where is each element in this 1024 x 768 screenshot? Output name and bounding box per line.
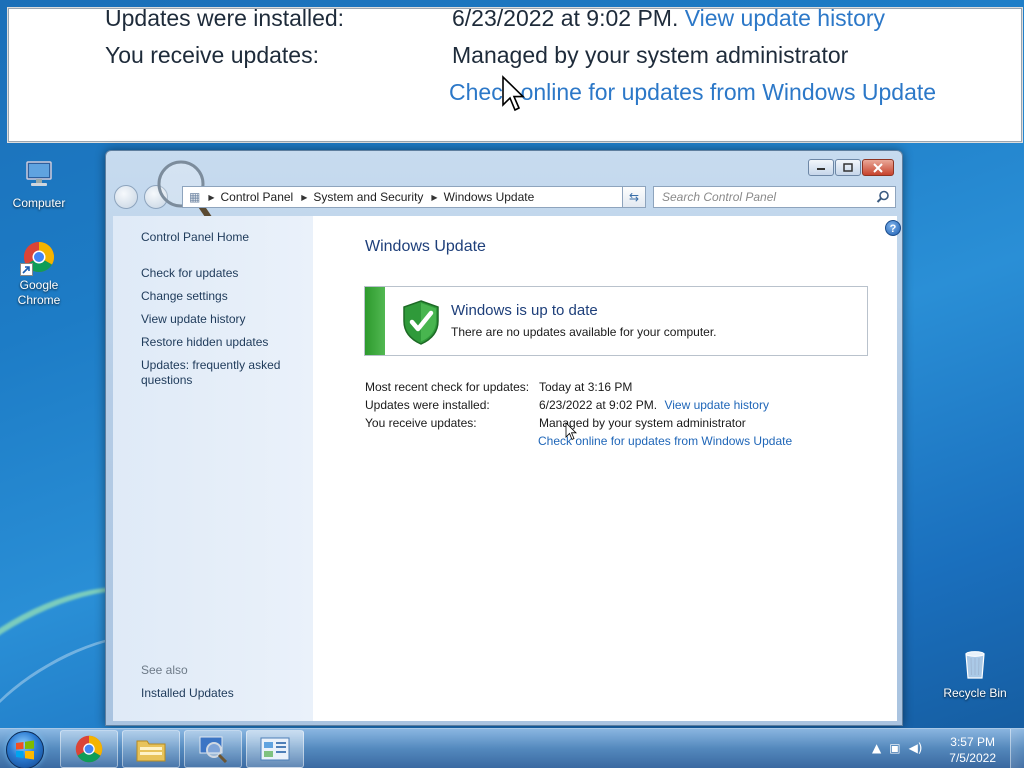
maximize-icon — [843, 163, 853, 172]
breadcrumb-control-panel[interactable]: Control Panel — [221, 190, 294, 204]
zoom-view-history-link[interactable]: View update history — [685, 9, 885, 31]
check-for-updates-link[interactable]: Check for updates — [141, 266, 238, 280]
refresh-button[interactable]: ⇆ — [622, 186, 646, 208]
start-button[interactable] — [6, 731, 44, 768]
desktop-icon-label: Recycle Bin — [943, 686, 1007, 700]
change-settings-link[interactable]: Change settings — [141, 289, 228, 303]
address-bar[interactable]: ▦ ▶ Control Panel ▶ System and Security … — [182, 186, 646, 208]
updates-faq-link[interactable]: Updates: frequently asked questions — [141, 358, 291, 388]
clock[interactable]: 3:57 PM 7/5/2022 — [949, 734, 996, 766]
search-input[interactable]: Search Control Panel — [653, 186, 896, 208]
minimize-icon — [817, 167, 825, 170]
status-subtitle: There are no updates available for your … — [451, 325, 717, 339]
clock-time: 3:57 PM — [950, 735, 995, 749]
windows-logo-icon — [16, 740, 34, 760]
refresh-icon: ⇆ — [628, 190, 640, 204]
control-panel-icon — [260, 737, 290, 761]
desktop-icon-computer[interactable]: Computer — [2, 158, 76, 211]
status-panel: Windows is up to date There are no updat… — [364, 286, 868, 356]
installed-label: Updates were installed: — [365, 398, 490, 412]
magnifier-icon — [199, 736, 228, 764]
chevron-right-icon: ▶ — [431, 192, 438, 202]
volume-icon[interactable]: ◀) — [909, 741, 923, 755]
chevron-right-icon: ▶ — [208, 192, 215, 202]
chevron-right-icon: ▶ — [301, 192, 308, 202]
clock-date: 7/5/2022 — [949, 751, 996, 765]
installed-value: 6/23/2022 at 9:02 PM. View update histor… — [539, 398, 769, 412]
close-icon — [873, 162, 883, 173]
network-icon[interactable]: ▣ — [889, 741, 900, 755]
close-button[interactable] — [862, 159, 894, 176]
maximize-button[interactable] — [835, 159, 861, 176]
zoom-receive-label: You receive updates: — [105, 42, 319, 68]
window-controls — [808, 159, 894, 176]
chrome-icon — [20, 240, 56, 276]
page-title: Windows Update — [365, 238, 486, 255]
desktop-icon-label: Google Chrome — [17, 278, 61, 307]
control-panel-home-link[interactable]: Control Panel Home — [141, 230, 249, 244]
view-update-history-link[interactable]: View update history — [141, 312, 246, 326]
zoom-installed-value: 6/23/2022 at 9:02 PM. View update histor… — [452, 9, 885, 32]
folder-icon — [136, 740, 166, 762]
help-icon[interactable]: ? — [885, 220, 901, 236]
zoom-callout: Updates were installed: 6/23/2022 at 9:0… — [8, 8, 1022, 142]
status-color-bar — [365, 287, 385, 355]
breadcrumb: ▶ Control Panel — [208, 190, 293, 204]
breadcrumb-system-security[interactable]: System and Security — [313, 190, 423, 204]
computer-icon — [22, 158, 56, 192]
back-button[interactable] — [114, 185, 138, 209]
shortcut-arrow-icon — [20, 263, 33, 276]
show-desktop-button[interactable] — [1010, 729, 1024, 768]
minimize-button[interactable] — [808, 159, 834, 176]
status-title: Windows is up to date — [451, 302, 598, 319]
installed-updates-link[interactable]: Installed Updates — [141, 686, 234, 700]
left-task-pane: Control Panel Home Check for updates Cha… — [113, 216, 313, 721]
taskbar-chrome-button[interactable] — [60, 730, 118, 768]
control-panel-icon: ▦ — [189, 190, 201, 204]
zoom-receive-value: Managed by your system administrator — [452, 42, 849, 68]
breadcrumb: ▶ Windows Update — [431, 190, 534, 204]
recycle-bin-icon — [958, 648, 992, 682]
receive-label: You receive updates: — [365, 416, 477, 430]
windows-update-window: ▦ ▶ Control Panel ▶ System and Security … — [105, 150, 903, 726]
taskbar: ▲ ▣ ◀) 3:57 PM 7/5/2022 — [0, 728, 1024, 768]
last-check-label: Most recent check for updates: — [365, 380, 530, 394]
shield-check-icon — [403, 300, 439, 345]
desktop-icon-label: Computer — [12, 196, 66, 210]
taskbar-explorer-button[interactable] — [122, 730, 180, 768]
desktop-icon-recycle-bin[interactable]: Recycle Bin — [938, 648, 1012, 701]
desktop-icon-chrome[interactable]: Google Chrome — [2, 240, 76, 308]
search-placeholder: Search Control Panel — [662, 190, 777, 204]
breadcrumb: ▶ System and Security — [301, 190, 423, 204]
mouse-cursor-icon — [565, 422, 577, 441]
last-check-value: Today at 3:16 PM — [539, 380, 633, 394]
show-hidden-icons-icon[interactable]: ▲ — [872, 741, 881, 755]
mouse-cursor-icon — [502, 75, 525, 112]
see-also-label: See also — [141, 663, 188, 677]
taskbar-magnifier-button[interactable] — [184, 730, 242, 768]
view-update-history-link[interactable]: View update history — [664, 398, 769, 412]
restore-hidden-updates-link[interactable]: Restore hidden updates — [141, 335, 268, 349]
zoom-installed-label: Updates were installed: — [105, 8, 345, 31]
search-icon — [876, 190, 889, 203]
main-content: ? Windows Update Windows is up to date T… — [313, 216, 901, 721]
breadcrumb-windows-update[interactable]: Windows Update — [444, 190, 535, 204]
tray-icons: ▲ ▣ ◀) — [872, 741, 923, 755]
chrome-icon — [75, 735, 103, 763]
taskbar-control-panel-button[interactable] — [246, 730, 304, 768]
